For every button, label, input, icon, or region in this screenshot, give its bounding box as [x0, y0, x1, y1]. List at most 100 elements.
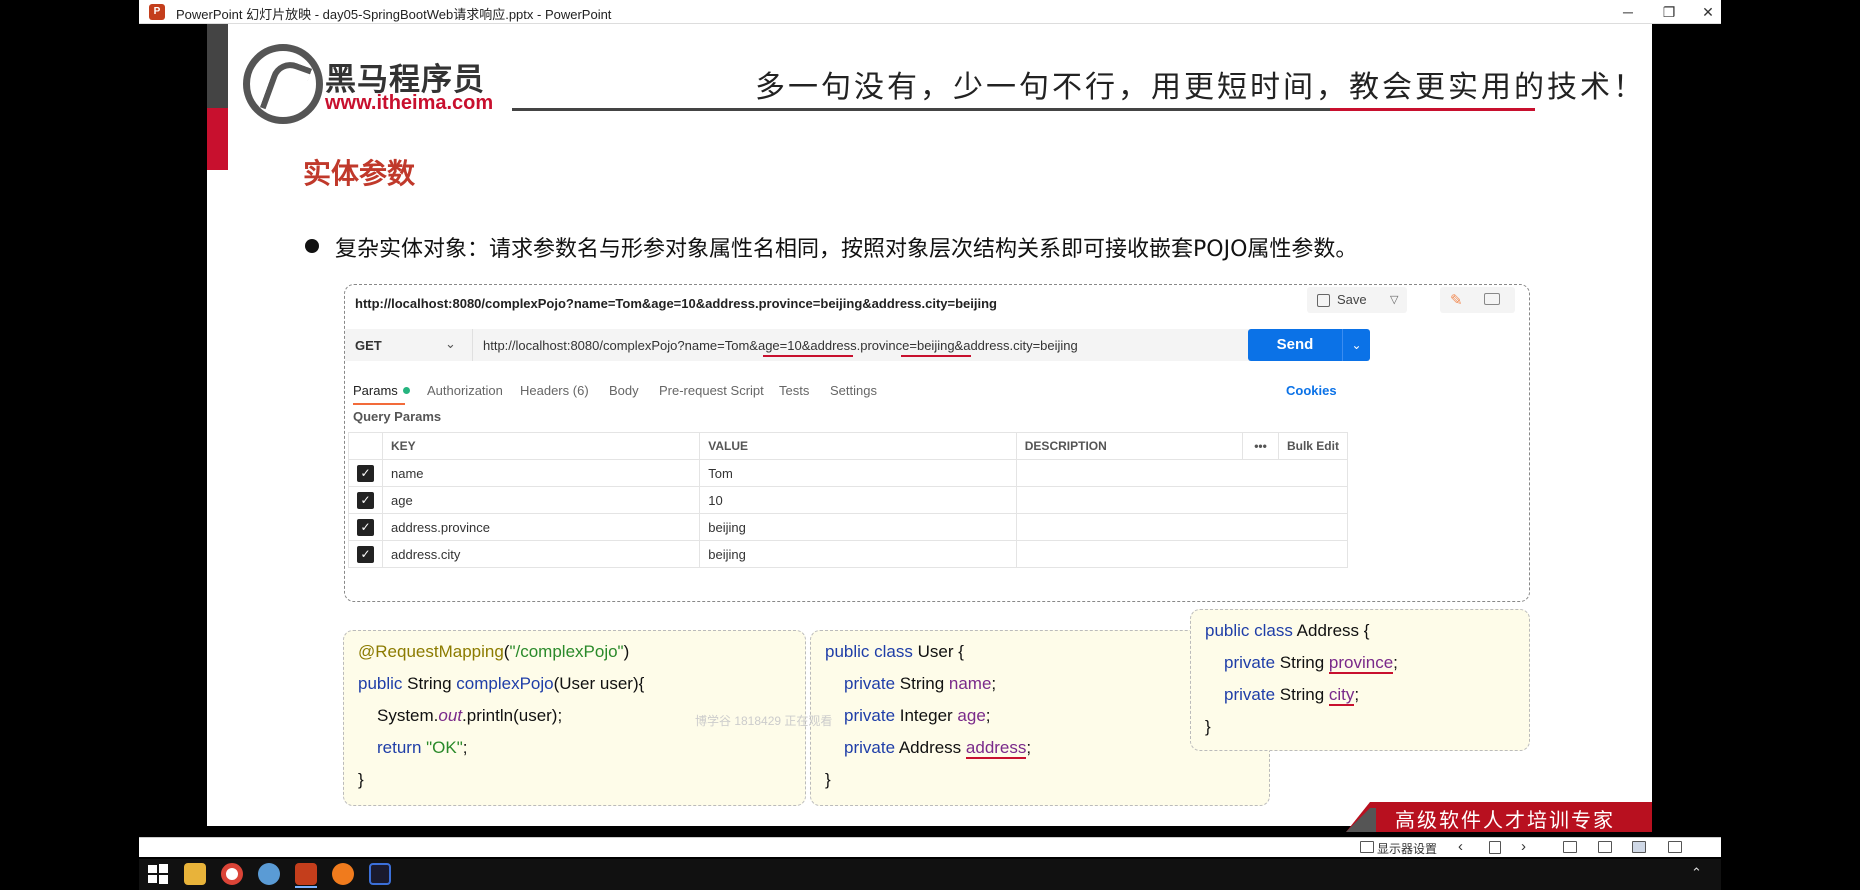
request-name: http://localhost:8080/complexPojo?name=T…: [355, 296, 998, 311]
keyword: public: [358, 674, 403, 693]
field-name-underlined: city: [1328, 685, 1355, 706]
tab-authorization[interactable]: Authorization: [427, 383, 503, 398]
code-line: return "OK";: [358, 732, 791, 764]
param-value[interactable]: 10: [699, 486, 1017, 514]
checkbox-checked-icon[interactable]: ✓: [357, 518, 374, 536]
reading-view-icon[interactable]: [1632, 841, 1646, 853]
cookies-link[interactable]: Cookies: [1286, 383, 1337, 398]
send-options-chevron-icon[interactable]: ⌄: [1342, 329, 1370, 361]
table-row: ✓ address.city beijing: [348, 540, 1349, 568]
tab-tests[interactable]: Tests: [779, 383, 809, 398]
field-name-underlined: address: [965, 738, 1027, 759]
tab-params[interactable]: Params: [353, 383, 410, 398]
save-button[interactable]: Save ▽: [1307, 287, 1407, 313]
slide-side-bar-dark: [207, 24, 228, 108]
code-token: ;: [462, 738, 468, 757]
postman-taskbar-icon[interactable]: [332, 863, 354, 885]
tab-body[interactable]: Body: [609, 383, 639, 398]
keyword: public class: [825, 642, 913, 661]
bullet-text: 复杂实体对象：请求参数名与形参对象属性名相同，按照对象层次结构关系即可接收嵌套P…: [335, 237, 1358, 262]
slide-sorter-icon[interactable]: [1598, 841, 1612, 853]
query-params-label: Query Params: [353, 409, 442, 424]
address-class-code-box: public class Address { private String pr…: [1190, 609, 1530, 751]
code-token: User {: [912, 642, 964, 661]
url-text: http://localhost:8080/complexPojo?name=T…: [483, 338, 1078, 353]
method-label: GET: [355, 338, 382, 353]
previous-slide-icon[interactable]: ‹: [1458, 838, 1463, 855]
save-icon: [1317, 294, 1330, 307]
windows-taskbar: ⌃: [139, 859, 1721, 890]
tab-label: Params: [353, 383, 398, 398]
minimize-button[interactable]: ─: [1605, 0, 1651, 24]
param-key[interactable]: name: [381, 459, 701, 487]
param-description[interactable]: [1015, 459, 1349, 487]
app-icon[interactable]: [258, 863, 280, 885]
param-key[interactable]: address.city: [381, 540, 701, 568]
file-explorer-icon[interactable]: [184, 863, 206, 885]
tab-headers[interactable]: Headers (6): [520, 383, 589, 398]
display-settings-button[interactable]: 显示器设置: [1377, 840, 1437, 857]
param-value[interactable]: beijing: [699, 513, 1017, 541]
field-name: age: [957, 706, 986, 725]
param-description[interactable]: [1015, 513, 1349, 541]
param-value[interactable]: beijing: [699, 540, 1017, 568]
send-button[interactable]: Send: [1248, 329, 1342, 361]
slideshow-status-bar: 显示器设置 ‹ ›: [139, 837, 1721, 857]
method-name: complexPojo: [456, 674, 554, 693]
param-key[interactable]: address.province: [381, 513, 701, 541]
param-description[interactable]: [1015, 540, 1349, 568]
code-line: private String city;: [1205, 679, 1515, 711]
code-token: String: [1275, 653, 1329, 672]
param-value[interactable]: Tom: [699, 459, 1017, 487]
header-rule-accent: [1330, 108, 1535, 111]
chrome-icon[interactable]: [221, 863, 243, 885]
keyword: private: [844, 674, 896, 693]
chevron-down-icon[interactable]: ▽: [1390, 287, 1398, 313]
bullet-icon: [305, 239, 319, 253]
tray-chevron-up-icon[interactable]: ⌃: [1691, 865, 1702, 881]
code-token: ): [623, 642, 630, 661]
table-row: ✓ age 10: [348, 486, 1349, 514]
field-name-underlined: province: [1328, 653, 1394, 674]
checkbox-checked-icon[interactable]: ✓: [357, 464, 374, 482]
row-checkbox-cell: ✓: [348, 459, 383, 487]
slideshow-view-icon[interactable]: [1668, 841, 1682, 853]
param-key[interactable]: age: [381, 486, 701, 514]
window-title-bar[interactable]: P PowerPoint 幻灯片放映 - day05-SpringBootWeb…: [139, 0, 1721, 24]
powerpoint-taskbar-icon[interactable]: [295, 863, 317, 888]
headers-count: (6): [572, 383, 589, 398]
next-slide-icon[interactable]: ›: [1521, 838, 1526, 855]
active-dot-icon: [402, 387, 410, 394]
more-options-icon[interactable]: •••: [1242, 432, 1279, 460]
active-tab-indicator: [353, 403, 405, 405]
pencil-icon[interactable]: ✎: [1450, 291, 1463, 309]
tab-pre-request-script[interactable]: Pre-request Script: [659, 383, 764, 398]
comment-icon[interactable]: [1484, 293, 1500, 305]
screen: P PowerPoint 幻灯片放映 - day05-SpringBootWeb…: [0, 0, 1860, 890]
table-row: ✓ name Tom: [348, 459, 1349, 487]
logo-url: www.itheima.com: [325, 92, 494, 114]
bulk-edit-button[interactable]: Bulk Edit: [1277, 432, 1349, 460]
close-button[interactable]: ✕: [1685, 0, 1731, 24]
display-settings-icon[interactable]: [1360, 841, 1374, 853]
method-select[interactable]: GET ⌄: [345, 329, 473, 361]
slogan: 多一句没有，少一句不行，用更短时间，教会更实用的技术！: [755, 70, 1646, 105]
column-description: DESCRIPTION: [1015, 432, 1244, 460]
param-description[interactable]: [1015, 486, 1349, 514]
checkbox-checked-icon[interactable]: ✓: [357, 545, 374, 563]
table-header-row: KEY VALUE DESCRIPTION ••• Bulk Edit: [348, 432, 1349, 460]
checkbox-checked-icon[interactable]: ✓: [357, 491, 374, 509]
normal-view-icon[interactable]: [1563, 841, 1577, 853]
intellij-idea-icon[interactable]: [369, 863, 391, 885]
url-input[interactable]: http://localhost:8080/complexPojo?name=T…: [473, 329, 1260, 361]
code-token: ;: [1026, 738, 1032, 757]
column-key: KEY: [381, 432, 701, 460]
keyword: private: [844, 738, 896, 757]
code-token: String: [402, 674, 457, 693]
tab-settings[interactable]: Settings: [830, 383, 877, 398]
slide-menu-icon[interactable]: [1489, 841, 1501, 854]
code-token: .println(user);: [462, 706, 563, 725]
windows-start-icon[interactable]: [147, 863, 169, 885]
slide-heading: 实体参数: [303, 157, 416, 190]
slide[interactable]: 黑马程序员 www.itheima.com 多一句没有，少一句不行，用更短时间，…: [207, 24, 1652, 826]
